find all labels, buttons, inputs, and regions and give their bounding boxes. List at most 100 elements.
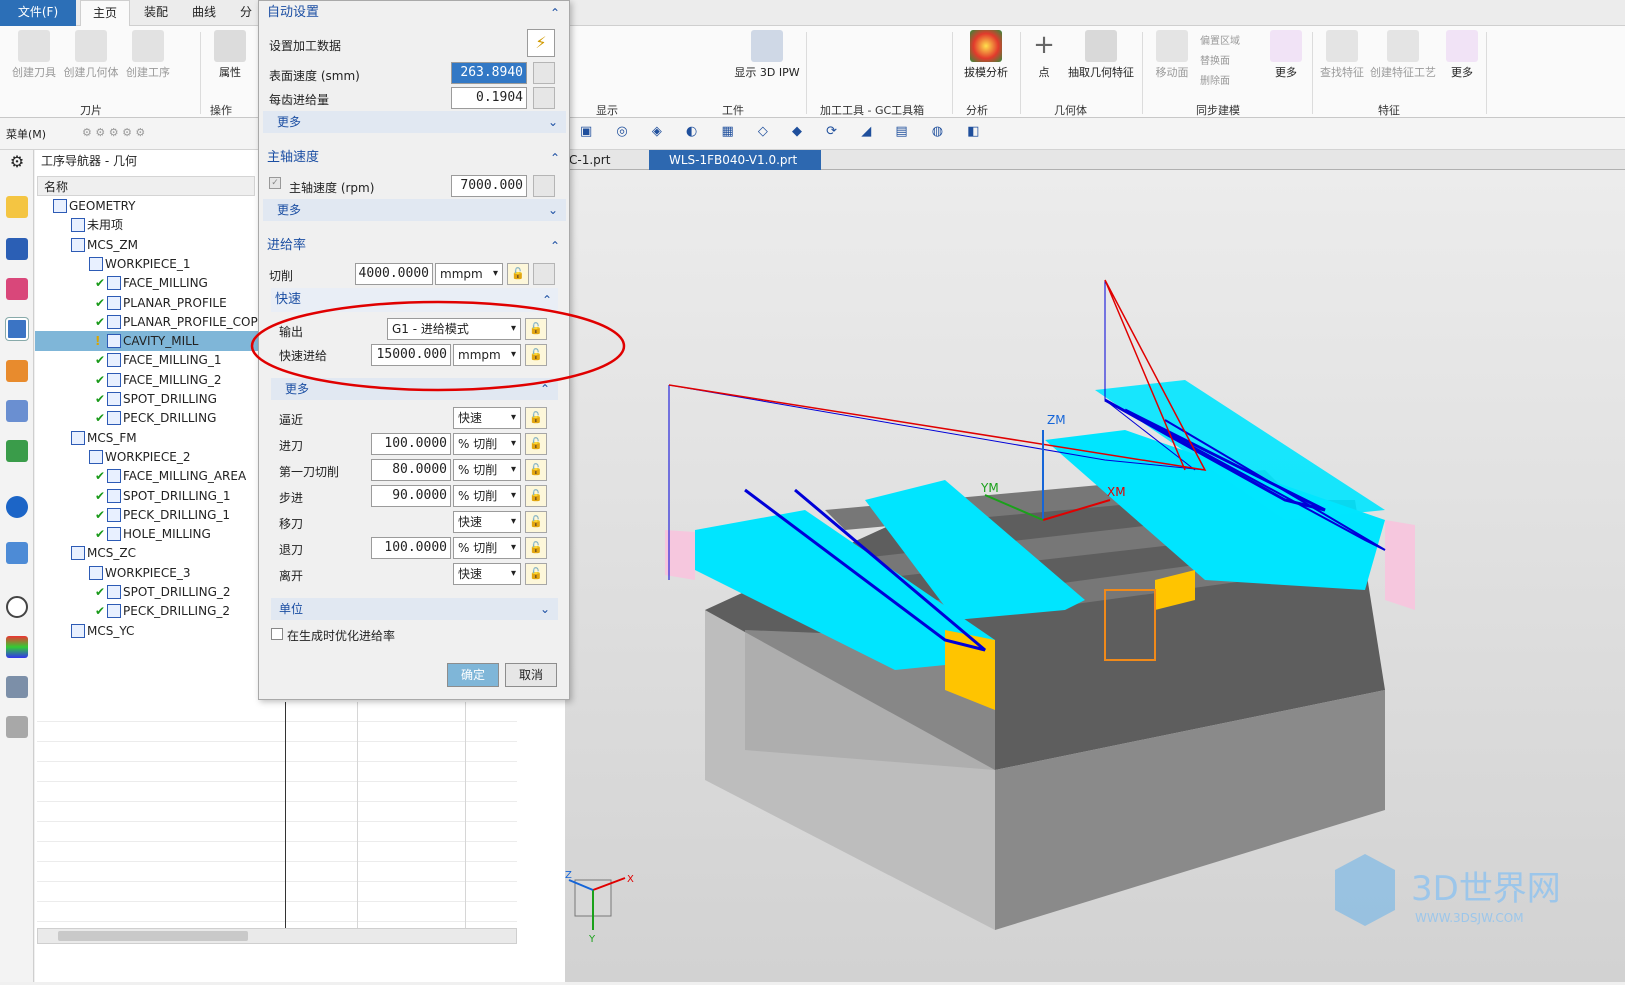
tree-row[interactable]: ✔ SPOT_DRILLING_1 xyxy=(35,486,265,506)
tree-row[interactable]: ✔ SPOT_DRILLING_2 xyxy=(35,582,265,602)
hd3d-icon[interactable] xyxy=(6,440,28,462)
tab-home[interactable]: 主页 xyxy=(80,0,130,26)
lock-icon[interactable]: 🔓 xyxy=(525,485,547,507)
first-cut-field[interactable]: 80.0000 xyxy=(371,459,451,481)
part-navigator-icon[interactable] xyxy=(6,278,28,300)
tree-row[interactable]: ✔ FACE_MILLING_1 xyxy=(35,350,265,370)
spindle-calc-button[interactable] xyxy=(533,175,555,197)
tree-row[interactable]: MCS_ZC xyxy=(35,543,265,563)
draft-analysis-button[interactable]: 拔模分析 xyxy=(958,30,1014,80)
tab-more[interactable]: 分 xyxy=(234,0,258,26)
feed-per-tooth-calc-button[interactable] xyxy=(533,87,555,109)
tree-row[interactable]: ✔ PLANAR_PROFILE_COP xyxy=(35,312,265,332)
horizontal-scrollbar[interactable] xyxy=(37,928,517,944)
show-3d-ipw-button[interactable]: 显示 3D IPW xyxy=(734,30,800,80)
cancel-button[interactable]: 取消 xyxy=(505,663,557,687)
spindle-field[interactable]: 7000.000 xyxy=(451,175,527,197)
tree-row[interactable]: GEOMETRY xyxy=(35,196,265,216)
auto-more-toggle[interactable]: 更多 ⌄ xyxy=(263,111,566,133)
tree-row[interactable]: ✔ PECK_DRILLING xyxy=(35,408,265,428)
tree-row[interactable]: ✔ FACE_MILLING_2 xyxy=(35,370,265,390)
feed-per-tooth-field[interactable]: 0.1904 xyxy=(451,87,527,109)
create-tool-button[interactable]: 创建刀具 xyxy=(8,30,60,80)
tree-row[interactable]: WORKPIECE_1 xyxy=(35,254,265,274)
reuse-library-icon[interactable] xyxy=(6,400,28,422)
tab-file-1[interactable]: C-1.prt xyxy=(569,150,610,170)
tree-row[interactable]: ! CAVITY_MILL xyxy=(35,331,265,352)
tree-row[interactable]: ✔ HOLE_MILLING xyxy=(35,524,265,544)
spindle-header[interactable]: 主轴速度 ⌃ xyxy=(263,146,566,170)
tree-row[interactable]: ✔ SPOT_DRILLING xyxy=(35,389,265,409)
units-toggle[interactable]: 单位 ⌄ xyxy=(271,598,558,620)
extract-geometry-button[interactable]: 抽取几何特征 xyxy=(1064,30,1138,80)
tool-icon[interactable] xyxy=(6,676,28,698)
sync-more-button[interactable]: 更多 xyxy=(1268,30,1304,80)
tree-row[interactable]: 未用项 xyxy=(35,215,265,235)
lock-icon[interactable]: 🔓 xyxy=(507,263,529,285)
feature-more-button[interactable]: 更多 xyxy=(1444,30,1480,80)
menu-button[interactable]: 菜单(M) xyxy=(6,126,46,142)
depart-select[interactable]: 快速 xyxy=(453,563,521,585)
tab-file-2[interactable]: WLS-1FB040-V1.0.prt xyxy=(649,150,821,170)
stepover-field[interactable]: 90.0000 xyxy=(371,485,451,507)
create-geometry-button[interactable]: 创建几何体 xyxy=(62,30,120,80)
first-cut-unit-select[interactable]: % 切削 xyxy=(453,459,521,481)
tree-row[interactable]: WORKPIECE_2 xyxy=(35,447,265,467)
gear-icon[interactable]: ⚙ xyxy=(6,152,28,174)
approach-select[interactable]: 快速 xyxy=(453,407,521,429)
lock-icon[interactable]: 🔓 xyxy=(525,563,547,585)
operation-navigator-icon[interactable] xyxy=(6,318,28,340)
tree-row[interactable]: ✔ FACE_MILLING xyxy=(35,273,265,293)
cut-feed-field[interactable]: 4000.0000 xyxy=(355,263,433,285)
tree-row[interactable]: MCS_FM xyxy=(35,428,265,448)
retract-unit-select[interactable]: % 切削 xyxy=(453,537,521,559)
surface-speed-calc-button[interactable] xyxy=(533,62,555,84)
web-browser-icon[interactable] xyxy=(6,542,28,564)
traverse-select[interactable]: 快速 xyxy=(453,511,521,533)
machine-tool-icon[interactable] xyxy=(6,360,28,382)
spindle-more-toggle[interactable]: 更多 ⌄ xyxy=(263,199,566,221)
tree-row[interactable]: ✔ PLANAR_PROFILE xyxy=(35,293,265,313)
settings-icon[interactable] xyxy=(6,716,28,738)
delete-face-button[interactable]: 删除面 xyxy=(1200,72,1240,92)
column-header-name[interactable]: 名称 xyxy=(37,176,255,196)
palette-icon[interactable] xyxy=(6,636,28,658)
clock-icon[interactable] xyxy=(6,596,28,618)
tab-assembly[interactable]: 装配 xyxy=(134,0,178,26)
stepover-unit-select[interactable]: % 切削 xyxy=(453,485,521,507)
create-operation-button[interactable]: 创建工序 xyxy=(122,30,174,80)
cut-unit-select[interactable]: mmpm xyxy=(435,263,503,285)
create-feature-process-button[interactable]: 创建特征工艺 xyxy=(1368,30,1438,80)
lock-icon[interactable]: 🔓 xyxy=(525,511,547,533)
find-feature-button[interactable]: 查找特征 xyxy=(1318,30,1366,80)
constraint-navigator-icon[interactable] xyxy=(6,238,28,260)
tree-row[interactable]: WORKPIECE_3 xyxy=(35,563,265,583)
attribute-button[interactable]: 属性 xyxy=(208,30,252,80)
move-face-button[interactable]: 移动面 xyxy=(1150,30,1194,80)
tree-row[interactable]: MCS_ZM xyxy=(35,235,265,255)
cut-calc-button[interactable] xyxy=(533,263,555,285)
scrollbar-thumb[interactable] xyxy=(58,931,248,941)
lock-icon[interactable]: 🔓 xyxy=(525,537,547,559)
point-button[interactable]: + 点 xyxy=(1026,30,1062,80)
spindle-checkbox[interactable]: ✓ xyxy=(269,177,281,189)
lock-icon[interactable]: 🔓 xyxy=(525,459,547,481)
tree-row[interactable]: MCS_YC xyxy=(35,621,265,641)
surface-speed-field[interactable]: 263.8940 xyxy=(451,62,527,84)
replace-face-button[interactable]: 替换面 xyxy=(1200,52,1240,72)
auto-setup-header[interactable]: 自动设置 ⌃ xyxy=(263,1,566,25)
tab-curve[interactable]: 曲线 xyxy=(182,0,226,26)
optimize-checkbox[interactable] xyxy=(271,628,283,640)
retract-field[interactable]: 100.0000 xyxy=(371,537,451,559)
tree-row[interactable]: ✔ PECK_DRILLING_2 xyxy=(35,601,265,621)
info-icon[interactable] xyxy=(6,496,28,518)
lock-icon[interactable]: 🔓 xyxy=(525,433,547,455)
feed-rate-header[interactable]: 进给率 ⌃ xyxy=(263,234,566,258)
assembly-navigator-icon[interactable] xyxy=(6,196,28,218)
tree-row[interactable]: ✔ PECK_DRILLING_1 xyxy=(35,505,265,525)
tree-row[interactable]: ✔ FACE_MILLING_AREA xyxy=(35,466,265,486)
graphics-window[interactable]: ZM YM XM X Z Y 3D世界网 WWW.3DSJW.COM xyxy=(565,170,1625,982)
offset-region-button[interactable]: 偏置区域 xyxy=(1200,32,1240,52)
engage-unit-select[interactable]: % 切削 xyxy=(453,433,521,455)
ok-button[interactable]: 确定 xyxy=(447,663,499,687)
